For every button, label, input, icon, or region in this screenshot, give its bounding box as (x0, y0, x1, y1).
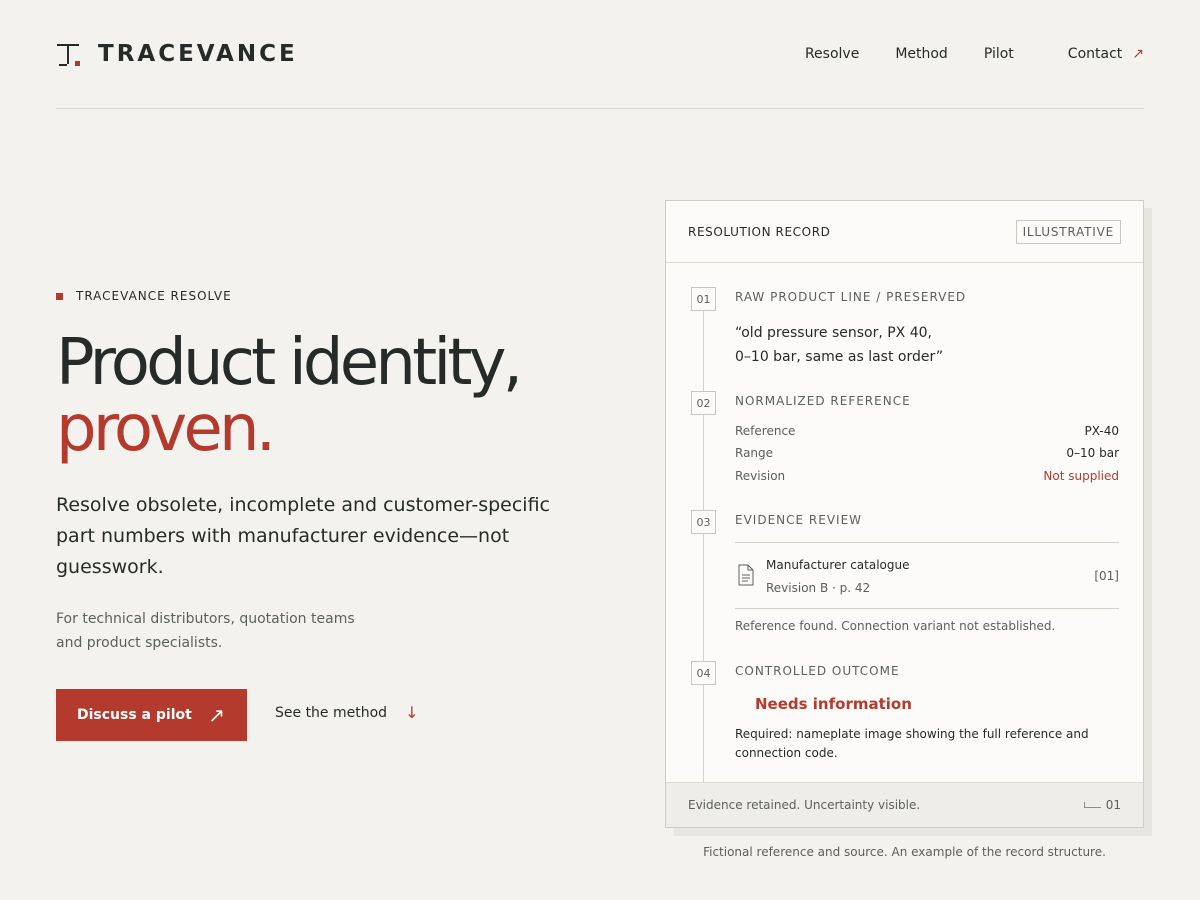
card-caption: Fictional reference and source. An examp… (703, 845, 1106, 859)
evidence-divider (735, 608, 1119, 609)
evidence-source-title: Manufacturer catalogue (766, 558, 910, 572)
nav-item-method[interactable]: Method (895, 46, 948, 62)
step-number: 02 (691, 391, 716, 415)
discuss-pilot-button[interactable]: Discuss a pilot ↗ (56, 689, 247, 741)
hero-eyebrow: TRACEVANCE RESOLVE (56, 289, 232, 303)
logo-mark-icon (56, 40, 84, 68)
eyebrow-label: TRACEVANCE RESOLVE (76, 289, 232, 303)
headline-line-1: Product identity, (56, 326, 523, 400)
cta-label: Discuss a pilot (77, 707, 192, 723)
header-divider (56, 108, 1144, 109)
normalized-row: Revision Not supplied (735, 469, 1119, 483)
headline-line-2: proven. (56, 392, 276, 466)
timeline-line (703, 311, 704, 801)
nav-item-pilot[interactable]: Pilot (984, 46, 1014, 62)
document-icon (738, 564, 754, 586)
secondary-label: See the method (275, 704, 388, 721)
resolution-record-card: RESOLUTION RECORD ILLUSTRATIVE 01 RAW PR… (665, 200, 1144, 828)
section-label: EVIDENCE REVIEW (735, 513, 863, 527)
step-number: 03 (691, 510, 716, 534)
section-label: CONTROLLED OUTCOME (735, 664, 900, 678)
outcome-status: Needs information (755, 695, 912, 713)
evidence-source-meta: Revision B · p. 42 (766, 581, 871, 595)
normalized-row: Range 0–10 bar (735, 446, 1119, 460)
section-label: RAW PRODUCT LINE / PRESERVED (735, 290, 967, 304)
arrow-up-right-icon: ↗ (208, 703, 225, 727)
normalized-key: Range (735, 446, 774, 460)
evidence-note: Reference found. Connection variant not … (735, 619, 1056, 633)
nav-contact-label: Contact (1067, 46, 1123, 62)
nav-item-contact[interactable]: Contact ↗ (1068, 46, 1144, 62)
eyebrow-square-icon (56, 292, 63, 300)
hero-audience: For technical distributors, quotation te… (56, 611, 355, 651)
brand-logo[interactable]: TRACEVANCE (56, 40, 298, 68)
raw-line-2: 0–10 bar, same as last order” (735, 349, 944, 365)
normalized-value: PX-40 (1084, 424, 1119, 438)
illustrative-badge: ILLUSTRATIVE (1015, 219, 1121, 244)
raw-line-1: “old pressure sensor, PX 40, (735, 325, 932, 341)
card-footer-text: Evidence retained. Uncertainty visible. (688, 798, 921, 812)
step-number: 04 (691, 661, 716, 685)
hero-lede: Resolve obsolete, incomplete and custome… (56, 494, 550, 578)
nav-item-resolve[interactable]: Resolve (805, 46, 859, 62)
normalized-value-warning: Not supplied (1043, 469, 1119, 483)
hero-headline: Product identity, proven. (56, 330, 523, 462)
raw-product-line: “old pressure sensor, PX 40, 0–10 bar, s… (735, 321, 943, 369)
normalized-row: Reference PX-40 (735, 424, 1119, 438)
evidence-reference-number: [01] (1094, 569, 1119, 583)
card-footer-page: 01 (1083, 798, 1121, 812)
brand-name: TRACEVANCE (98, 41, 298, 67)
card-page-number: 01 (1105, 798, 1121, 812)
normalized-key: Reference (735, 424, 796, 438)
card-title: RESOLUTION RECORD (688, 224, 831, 239)
card-header: RESOLUTION RECORD ILLUSTRATIVE (666, 201, 1143, 263)
arrow-down-icon: ↓ (405, 703, 419, 722)
section-label: NORMALIZED REFERENCE (735, 394, 911, 408)
corner-bracket-icon (1083, 802, 1101, 808)
card-footer: Evidence retained. Uncertainty visible. … (666, 782, 1143, 827)
step-number: 01 (691, 287, 716, 311)
normalized-value: 0–10 bar (1066, 446, 1119, 460)
evidence-divider (735, 542, 1119, 543)
arrow-up-right-icon: ↗ (1132, 46, 1144, 62)
see-method-link[interactable]: See the method ↓ (275, 703, 418, 722)
normalized-key: Revision (735, 469, 786, 483)
outcome-requirement: Required: nameplate image showing the fu… (735, 727, 1089, 760)
main-nav: Resolve Method Pilot Contact ↗ (805, 46, 1144, 62)
